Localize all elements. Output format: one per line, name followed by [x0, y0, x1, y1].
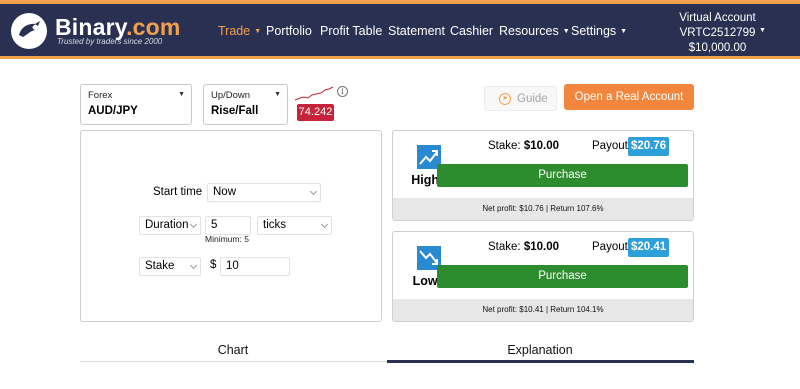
contract-lower: Lower Stake: $10.00 Payout: $20.41 Purch… [392, 231, 694, 322]
stake-input[interactable]: 10 [220, 257, 290, 276]
tab-active-indicator [387, 360, 694, 363]
spot-price-badge: 74.242 [297, 104, 334, 121]
chevron-down-icon [309, 187, 318, 196]
payout-label: Payout: [592, 241, 631, 253]
chevron-down-icon: ▼ [620, 28, 628, 35]
account-id: VRTC2512799 [679, 27, 756, 39]
chevron-down-icon: ▼ [274, 91, 281, 98]
account-switcher[interactable]: Virtual Account VRTC2512799 $10,000.00 [670, 11, 765, 56]
chevron-down-icon [189, 220, 198, 229]
trade-type-category: Up/Down [211, 90, 251, 101]
binary-bull-logo-icon[interactable] [11, 13, 47, 49]
purchase-higher-button[interactable]: Purchase [437, 164, 688, 187]
stake-type-select[interactable]: Stake [139, 257, 201, 276]
stake-display: Stake: $10.00 [488, 140, 559, 152]
market-value: AUD/JPY [88, 105, 138, 117]
chevron-down-icon: ▼ [562, 28, 570, 35]
nav-trade[interactable]: Trade ▼ [218, 24, 261, 38]
purchase-lower-button[interactable]: Purchase [437, 265, 688, 288]
chevron-down-icon [189, 261, 198, 270]
trade-form-panel: Start time Now Duration 5 ticks Minimum:… [80, 130, 382, 322]
stake-display: Stake: $10.00 [488, 241, 559, 253]
chevron-down-icon: ▼ [254, 28, 262, 35]
account-type: Virtual Account [679, 12, 756, 24]
payout-value: $20.76 [628, 137, 670, 156]
nav-settings[interactable]: Settings ▼ [571, 24, 627, 38]
tab-underline [80, 361, 387, 362]
duration-input[interactable]: 5 [205, 216, 251, 235]
currency-symbol: $ [210, 259, 217, 271]
market-selector[interactable]: Forex AUD/JPY ▼ [80, 84, 192, 125]
net-profit-summary: Net profit: $10.41 | Return 104.1% [393, 299, 693, 321]
chevron-down-icon: ▼ [178, 91, 185, 98]
nav-portfolio[interactable]: Portfolio [266, 24, 312, 38]
start-time-select[interactable]: Now [207, 183, 321, 202]
start-time-label: Start time [153, 186, 203, 198]
account-balance: $10,000.00 [688, 42, 747, 54]
open-real-account-button[interactable]: Open a Real Account [564, 84, 694, 110]
contract-higher: Higher Stake: $10.00 Payout: $20.76 Purc… [392, 130, 694, 221]
guide-button[interactable]: ➤ Guide [484, 86, 557, 111]
trade-type-selector[interactable]: Up/Down Rise/Fall ▼ [203, 84, 288, 125]
nav-profit-table[interactable]: Profit Table [320, 24, 382, 38]
duration-minimum-note: Minimum: 5 [205, 234, 249, 244]
nav-resources[interactable]: Resources ▼ [499, 24, 570, 38]
chevron-down-icon [320, 220, 329, 229]
info-icon[interactable]: i [337, 86, 348, 97]
net-profit-summary: Net profit: $10.76 | Return 107.6% [393, 198, 693, 220]
chevron-down-icon[interactable]: ▼ [759, 27, 766, 34]
header-bar: Binary.com Trusted by traders since 2000… [0, 4, 800, 56]
duration-unit-select[interactable]: ticks [257, 216, 332, 235]
trade-type-value: Rise/Fall [211, 105, 259, 117]
payout-label: Payout: [592, 140, 631, 152]
nav-statement[interactable]: Statement [388, 24, 445, 38]
payout-value: $20.41 [628, 238, 670, 257]
compass-icon: ➤ [499, 93, 511, 105]
nav-cashier[interactable]: Cashier [450, 24, 493, 38]
market-category: Forex [88, 90, 113, 101]
duration-type-select[interactable]: Duration [139, 216, 201, 235]
price-sparkline [294, 86, 334, 101]
header-divider [0, 56, 800, 59]
brand-tagline: Trusted by traders since 2000 [57, 37, 163, 46]
